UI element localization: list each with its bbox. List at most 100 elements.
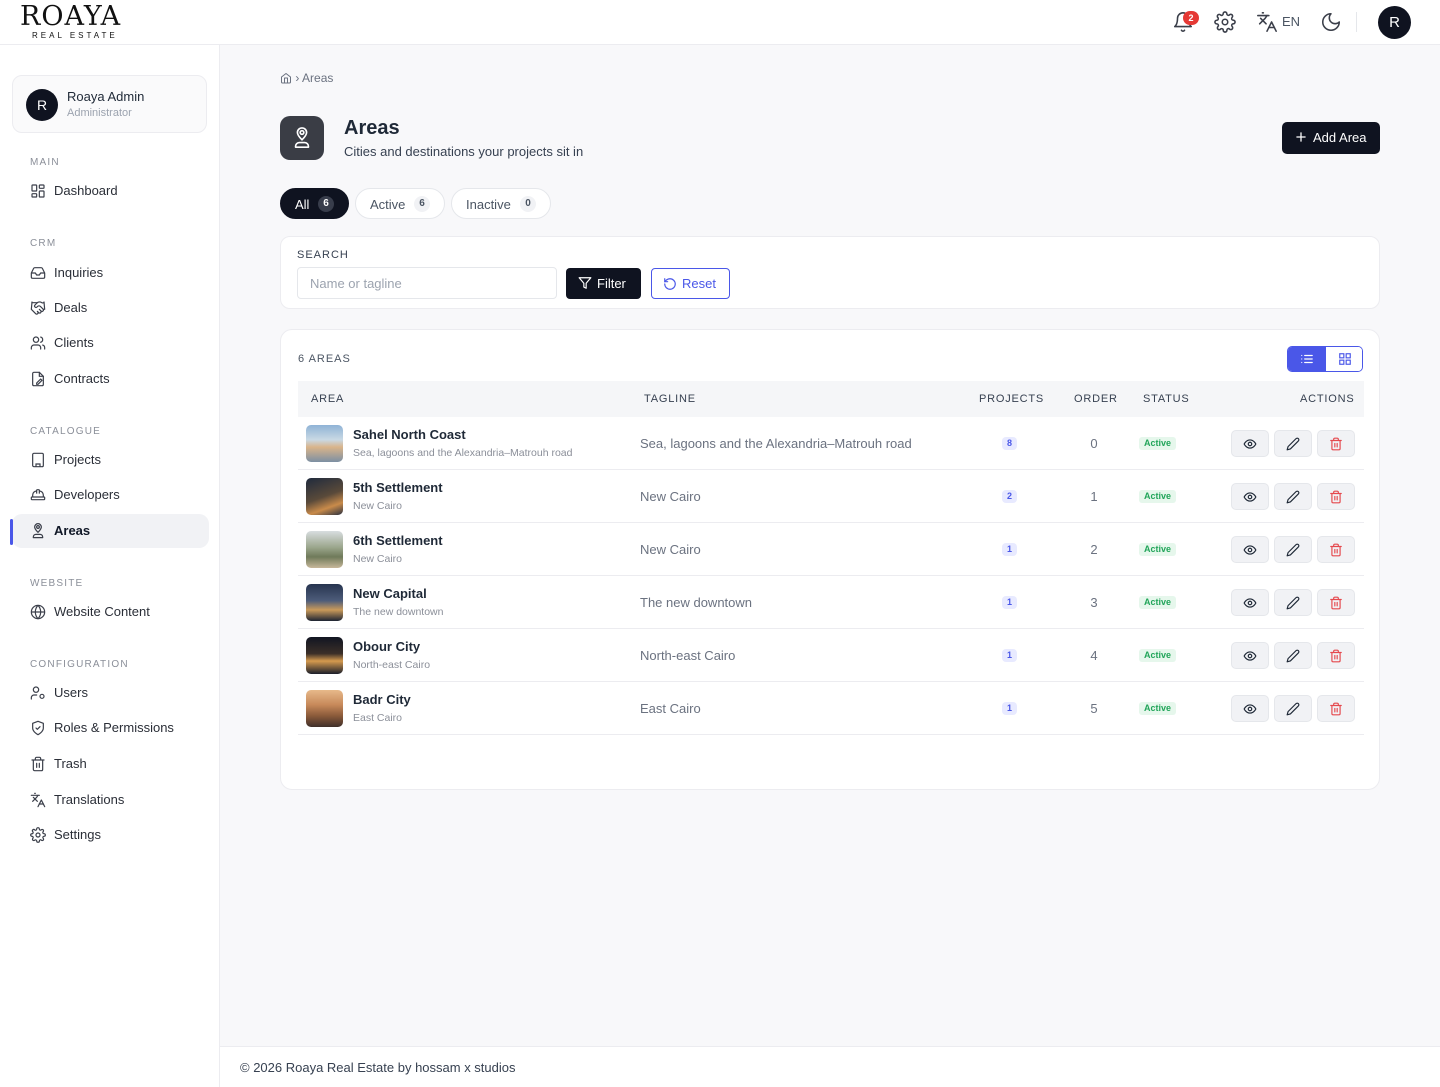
- grid-view-button[interactable]: [1326, 347, 1362, 371]
- table-row[interactable]: Obour City North-east Cairo North-east Cai…: [298, 629, 1364, 682]
- sidebar-item-inquiries[interactable]: Inquiries: [12, 256, 209, 290]
- tab-inactive[interactable]: Inactive 0: [451, 188, 551, 219]
- edit-button[interactable]: [1274, 430, 1312, 457]
- view-toggle: [1287, 346, 1363, 372]
- nav-section-configuration: CONFIGURATION: [30, 659, 129, 670]
- nav-section-website: WEBSITE: [30, 578, 84, 589]
- sidebar-item-translations[interactable]: Translations: [12, 783, 209, 817]
- building-icon: [30, 452, 46, 468]
- sidebar-item-deals[interactable]: Deals: [12, 291, 209, 325]
- map-pin-user-icon: [294, 127, 310, 148]
- user-avatar[interactable]: R: [1378, 6, 1411, 39]
- delete-button[interactable]: [1317, 483, 1355, 510]
- grid-icon: [1339, 353, 1351, 365]
- column-header-projects[interactable]: PROJECTS: [979, 393, 1044, 405]
- delete-button[interactable]: [1317, 695, 1355, 722]
- edit-button[interactable]: [1274, 695, 1312, 722]
- column-header-actions: ACTIONS: [1300, 393, 1355, 405]
- sidebar-item-projects[interactable]: Projects: [12, 443, 209, 477]
- edit-button[interactable]: [1274, 483, 1312, 510]
- translate-icon[interactable]: [1256, 11, 1278, 33]
- sidebar-item-dashboard[interactable]: Dashboard: [12, 174, 209, 208]
- tab-active[interactable]: Active 6: [355, 188, 445, 219]
- table-row[interactable]: New Capital The new downtown The new downt…: [298, 576, 1364, 629]
- area-thumbnail: [306, 690, 343, 727]
- area-tagline: Sea, lagoons and the Alexandria–Matrouh …: [640, 436, 912, 451]
- delete-button[interactable]: [1317, 430, 1355, 457]
- list-view-button[interactable]: [1288, 347, 1326, 371]
- area-thumbnail: [306, 637, 343, 674]
- sidebar-item-trash[interactable]: Trash: [12, 747, 209, 781]
- view-button[interactable]: [1231, 536, 1269, 563]
- order-value: 4: [1090, 648, 1098, 663]
- sidebar-item-contracts[interactable]: Contracts: [12, 362, 209, 396]
- home-icon[interactable]: [280, 72, 292, 84]
- area-name[interactable]: Obour City: [353, 639, 420, 654]
- breadcrumb-separator: ›: [295, 71, 300, 85]
- table-row[interactable]: Sahel North Coast Sea, lagoons and the Al…: [298, 417, 1364, 470]
- gear-icon[interactable]: [1214, 11, 1236, 33]
- delete-button[interactable]: [1317, 589, 1355, 616]
- column-header-tagline[interactable]: TAGLINE: [644, 393, 696, 405]
- projects-count-badge: 2: [1002, 490, 1017, 503]
- tab-all[interactable]: All 6: [280, 188, 349, 219]
- edit-button[interactable]: [1274, 536, 1312, 563]
- sidebar-item-areas[interactable]: Areas: [12, 514, 209, 548]
- filter-icon: [578, 276, 592, 290]
- sidebar-item-website-content[interactable]: Website Content: [12, 595, 209, 629]
- active-indicator: [10, 519, 13, 545]
- eye-icon: [1232, 490, 1268, 504]
- table-row[interactable]: Badr City East Cairo East Cairo 1 5 Active: [298, 682, 1364, 735]
- area-name[interactable]: Badr City: [353, 692, 411, 707]
- plus-icon: [1294, 130, 1308, 144]
- area-thumbnail: [306, 425, 343, 462]
- view-button[interactable]: [1231, 695, 1269, 722]
- delete-button[interactable]: [1317, 642, 1355, 669]
- dashboard-icon: [30, 183, 46, 199]
- language-label[interactable]: EN: [1282, 14, 1300, 29]
- column-header-area[interactable]: AREA: [311, 393, 344, 405]
- inbox-icon: [30, 265, 46, 281]
- crane-icon: [30, 487, 46, 503]
- profile-role: Administrator: [67, 107, 132, 119]
- moon-icon[interactable]: [1320, 11, 1342, 33]
- sidebar-item-clients[interactable]: Clients: [12, 326, 209, 360]
- table-row[interactable]: 5th Settlement New Cairo New Cairo 2 1 Active: [298, 470, 1364, 523]
- tab-label: All: [295, 197, 310, 212]
- profile-card[interactable]: R Roaya Admin Administrator: [12, 75, 207, 133]
- projects-count-badge: 1: [1002, 649, 1017, 662]
- search-input[interactable]: [297, 267, 557, 299]
- filter-button[interactable]: Filter: [566, 268, 641, 299]
- sidebar-item-developers[interactable]: Developers: [12, 478, 209, 512]
- order-value: 0: [1090, 436, 1098, 451]
- view-button[interactable]: [1231, 642, 1269, 669]
- column-header-order[interactable]: ORDER: [1074, 393, 1118, 405]
- gear-icon: [30, 827, 46, 843]
- projects-count-badge: 1: [1002, 702, 1017, 715]
- view-button[interactable]: [1231, 430, 1269, 457]
- page-icon: [280, 116, 324, 160]
- area-subtitle: North-east Cairo: [353, 659, 431, 671]
- add-area-button[interactable]: Add Area: [1282, 122, 1380, 154]
- area-name[interactable]: 5th Settlement: [353, 480, 443, 495]
- delete-button[interactable]: [1317, 536, 1355, 563]
- area-name[interactable]: Sahel North Coast: [353, 427, 466, 442]
- view-button[interactable]: [1231, 589, 1269, 616]
- area-name[interactable]: 6th Settlement: [353, 533, 443, 548]
- sidebar-item-label: Developers: [54, 487, 120, 502]
- table-row[interactable]: 6th Settlement New Cairo New Cairo 1 2 Active: [298, 523, 1364, 576]
- sidebar-item-settings[interactable]: Settings: [12, 818, 209, 852]
- view-button[interactable]: [1231, 483, 1269, 510]
- brand-logo[interactable]: ROAYA REAL ESTATE: [20, 2, 130, 42]
- edit-button[interactable]: [1274, 589, 1312, 616]
- column-header-status[interactable]: STATUS: [1143, 393, 1190, 405]
- reset-icon: [663, 277, 677, 291]
- sidebar-item-roles[interactable]: Roles & Permissions: [12, 711, 209, 745]
- sidebar-item-users[interactable]: Users: [12, 676, 209, 710]
- handshake-icon: [30, 300, 46, 316]
- sidebar: R Roaya Admin Administrator MAIN Dashboa…: [0, 45, 220, 1087]
- edit-button[interactable]: [1274, 642, 1312, 669]
- area-name[interactable]: New Capital: [353, 586, 427, 601]
- reset-button[interactable]: Reset: [651, 268, 730, 299]
- nav-section-main: MAIN: [30, 157, 60, 168]
